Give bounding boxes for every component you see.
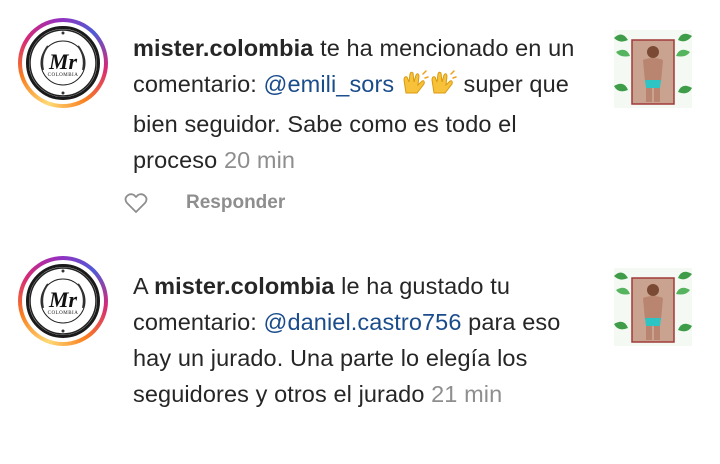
mention-link[interactable]: @daniel.castro756 <box>264 309 462 335</box>
reply-button[interactable]: Responder <box>186 192 285 214</box>
avatar[interactable]: Mr COLOMBIA <box>18 256 108 346</box>
avatar-logo-subtext: COLOMBIA <box>47 311 79 316</box>
avatar-logo-subtext: COLOMBIA <box>47 73 79 78</box>
clapping-hands-icon <box>401 70 457 106</box>
prefix: A <box>133 273 155 299</box>
timestamp: 21 min <box>431 381 503 407</box>
avatar-logo-text: Mr <box>48 49 78 74</box>
username-link[interactable]: mister.colombia <box>154 273 334 299</box>
timestamp: 20 min <box>223 147 296 173</box>
post-thumbnail[interactable] <box>614 30 692 108</box>
avatar[interactable]: Mr COLOMBIA <box>18 18 108 108</box>
avatar-logo-text: Mr <box>48 287 78 312</box>
post-thumbnail[interactable] <box>614 268 692 346</box>
username-link[interactable]: mister.colombia <box>133 35 313 61</box>
notification-text: mister.colombia te ha mencionado en un c… <box>133 30 588 178</box>
heart-outline-icon[interactable] <box>124 192 148 219</box>
notification-text: A mister.colombia le ha gustado tu comen… <box>133 268 588 412</box>
mention-link[interactable]: @emili_sors <box>264 71 395 97</box>
